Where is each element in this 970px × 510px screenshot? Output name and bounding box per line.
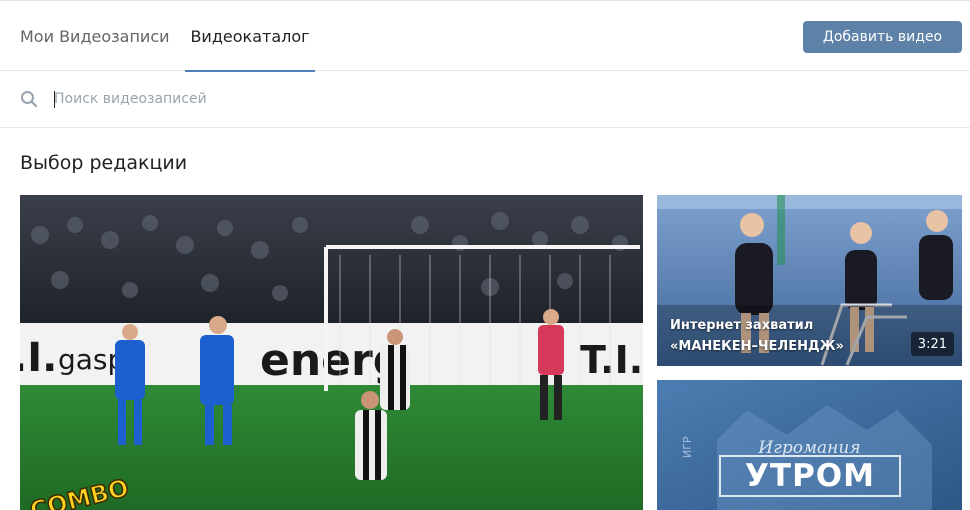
section-title: Выбор редакции [20, 152, 188, 174]
video-caption: Интернет захватил «МАНЕКЕН–ЧЕЛЕНДЖ» [670, 318, 844, 354]
featured-video-thumbnail[interactable]: .I. gasp energ T.I. [20, 195, 643, 510]
video-card-igromania[interactable]: ИГР Игромания УТРОМ [657, 380, 962, 510]
brand-large-text: УТРОМ [719, 455, 901, 497]
svg-text:T.I.: T.I. [580, 338, 643, 382]
video-card-mannequin[interactable]: Интернет захватил «МАНЕКЕН–ЧЕЛЕНДЖ» 3:21 [657, 195, 962, 366]
video-page: Мои Видеозаписи Видеокаталог Добавить ви… [0, 0, 970, 510]
search-input[interactable] [54, 85, 934, 113]
add-video-button[interactable]: Добавить видео [803, 21, 962, 53]
video-duration: 3:21 [910, 332, 954, 356]
tab-bar: Мои Видеозаписи Видеокаталог Добавить ви… [0, 0, 970, 72]
tab-my-videos[interactable]: Мои Видеозаписи [20, 2, 170, 71]
svg-text:.I.: .I. [20, 335, 57, 381]
tab-video-catalog[interactable]: Видеокаталог [185, 2, 315, 72]
search-bar [0, 71, 970, 128]
text-caret [54, 91, 55, 108]
search-icon [20, 90, 38, 108]
